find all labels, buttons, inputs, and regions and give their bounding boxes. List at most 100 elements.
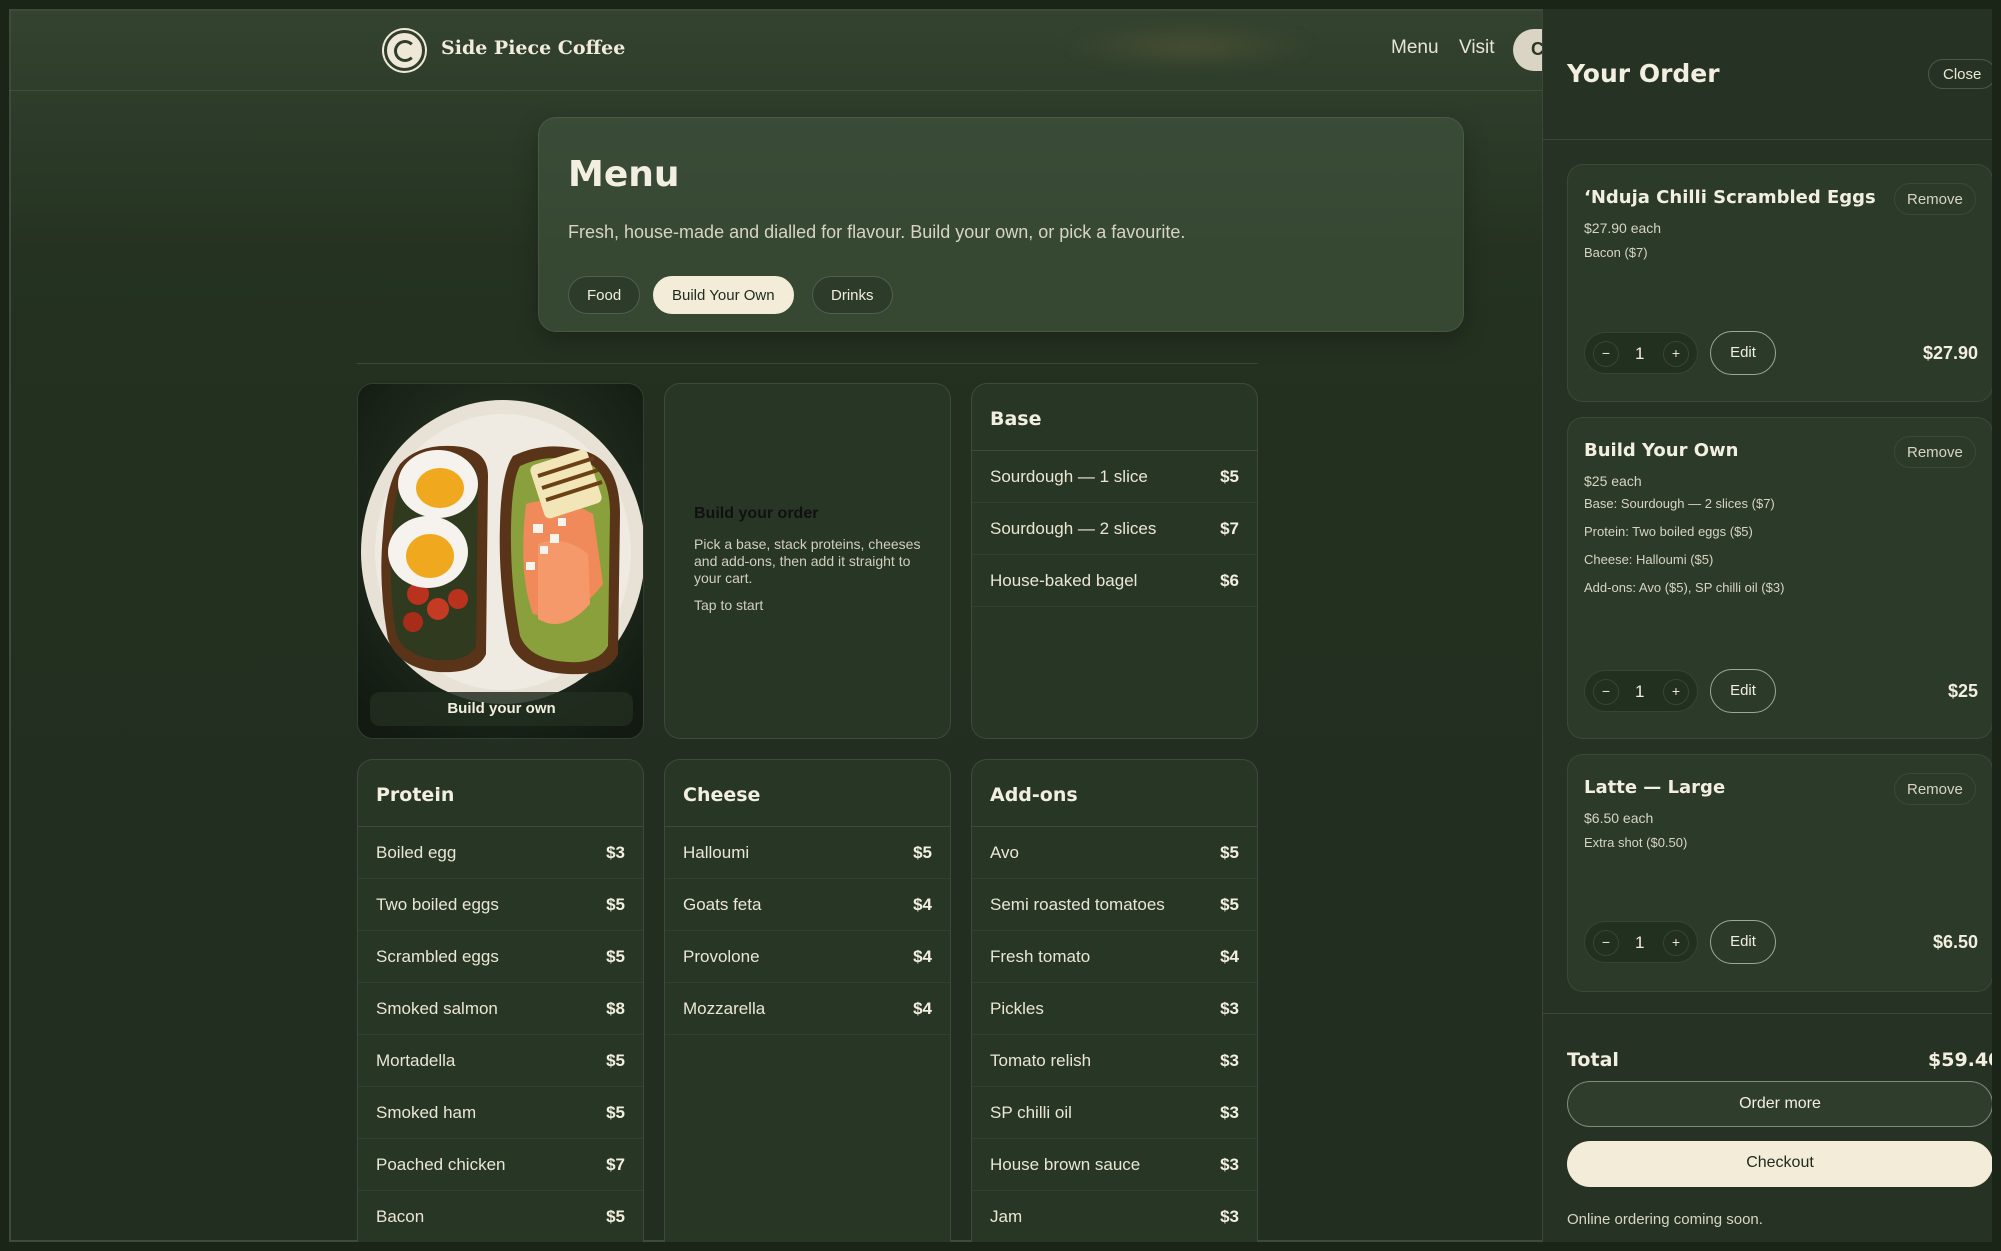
option-price: $3 — [1220, 1102, 1239, 1122]
option-row[interactable]: Poached chicken $7 — [358, 1139, 643, 1191]
option-name: Goats feta — [683, 894, 762, 914]
order-item-total: $6.50 — [1932, 932, 1978, 952]
option-price: $5 — [606, 1206, 625, 1226]
close-button[interactable]: Close — [1928, 59, 1992, 89]
option-name: House brown sauce — [990, 1154, 1141, 1174]
option-price: $3 — [1220, 1206, 1239, 1226]
menu-hero-card: Menu Fresh, house-made and dialled for f… — [538, 117, 1464, 332]
remove-button[interactable]: Remove — [1894, 773, 1976, 805]
option-row[interactable]: Halloumi $5 — [665, 827, 950, 879]
option-row[interactable]: Jam $3 — [972, 1191, 1257, 1242]
option-row[interactable]: Mortadella $5 — [358, 1035, 643, 1087]
order-item-detail: Extra shot ($0.50) — [1584, 835, 1688, 850]
category-card-protein: Protein Boiled egg $3 Two boiled eggs $5 S… — [357, 759, 644, 1242]
option-price: $8 — [606, 998, 625, 1018]
brand-name[interactable]: Side Piece Coffee — [441, 37, 625, 59]
option-name: Tomato relish — [990, 1050, 1092, 1070]
total-label: Total — [1567, 1049, 1619, 1071]
category-title: Add-ons — [972, 760, 1257, 827]
option-name: Provolone — [683, 946, 760, 966]
option-row[interactable]: Sourdough — 1 slice $5 — [972, 451, 1257, 503]
quantity-value: 1 — [1635, 682, 1645, 701]
increment-button[interactable]: + — [1663, 679, 1689, 705]
edit-button[interactable]: Edit — [1710, 920, 1776, 964]
drawer-title: Your Order — [1567, 59, 1720, 88]
option-name: Semi roasted tomatoes — [990, 894, 1165, 914]
option-name: Sourdough — 1 slice — [990, 466, 1148, 486]
option-price: $3 — [1220, 998, 1239, 1018]
option-row[interactable]: Fresh tomato $4 — [972, 931, 1257, 983]
tap-to-start-link[interactable]: Tap to start — [694, 597, 763, 613]
toast-plate-image — [358, 384, 643, 738]
option-name: House-baked bagel — [990, 570, 1138, 590]
drawer-header: Your Order Close — [1543, 9, 1992, 140]
decrement-button[interactable]: − — [1593, 930, 1619, 956]
order-item-detail: Add-ons: Avo ($5), SP chilli oil ($3) — [1584, 580, 1785, 595]
order-item-detail: Base: Sourdough — 2 slices ($7) — [1584, 496, 1775, 511]
quantity-value: 1 — [1635, 344, 1645, 363]
total-divider — [1543, 1013, 1992, 1014]
category-title: Base — [972, 384, 1257, 451]
option-name: Halloumi — [683, 842, 750, 862]
order-item-detail: Protein: Two boiled eggs ($5) — [1584, 524, 1753, 539]
option-row[interactable]: Sourdough — 2 slices $7 — [972, 503, 1257, 555]
edit-button[interactable]: Edit — [1710, 331, 1776, 375]
option-price: $5 — [1220, 894, 1239, 914]
option-row[interactable]: Two boiled eggs $5 — [358, 879, 643, 931]
page-title: Menu — [568, 154, 680, 195]
option-price: $5 — [1220, 466, 1239, 486]
option-name: Pickles — [990, 998, 1044, 1018]
info-title: Build your order — [694, 505, 819, 522]
tab-drinks[interactable]: Drinks — [812, 276, 893, 314]
logo-mark-icon — [393, 39, 416, 62]
increment-button[interactable]: + — [1663, 930, 1689, 956]
build-order-info-card[interactable]: Build your order Pick a base, stack prot… — [664, 383, 951, 739]
remove-button[interactable]: Remove — [1894, 436, 1976, 468]
brand-logo[interactable] — [384, 30, 425, 71]
option-price: $3 — [1220, 1154, 1239, 1174]
decrement-button[interactable]: − — [1593, 341, 1619, 367]
order-more-button[interactable]: Order more — [1567, 1081, 1992, 1127]
total-value: $59.40 — [1928, 1049, 1992, 1071]
option-name: Scrambled eggs — [376, 946, 499, 966]
order-item-total: $27.90 — [1922, 343, 1978, 363]
nav-visit-link[interactable]: Visit — [1459, 37, 1495, 59]
remove-button[interactable]: Remove — [1894, 183, 1976, 215]
quantity-stepper: − 1 + — [1584, 921, 1698, 963]
option-name: Smoked ham — [376, 1102, 477, 1122]
option-row[interactable]: Scrambled eggs $5 — [358, 931, 643, 983]
option-row[interactable]: Smoked ham $5 — [358, 1087, 643, 1139]
option-row[interactable]: House-baked bagel $6 — [972, 555, 1257, 607]
option-row[interactable]: Semi roasted tomatoes $5 — [972, 879, 1257, 931]
option-price: $3 — [606, 842, 625, 862]
option-name: Jam — [990, 1206, 1023, 1226]
checkout-button[interactable]: Checkout — [1567, 1141, 1992, 1187]
category-card-cheese: Cheese Halloumi $5 Goats feta $4 Provolone… — [664, 759, 951, 1242]
option-row[interactable]: Mozzarella $4 — [665, 983, 950, 1035]
build-your-own-photo-card[interactable]: Build your own — [357, 383, 644, 739]
tab-food[interactable]: Food — [568, 276, 641, 314]
tab-build-your-own[interactable]: Build Your Own — [653, 276, 794, 314]
option-price: $4 — [913, 946, 932, 966]
option-row[interactable]: Avo $5 — [972, 827, 1257, 879]
option-row[interactable]: Tomato relish $3 — [972, 1035, 1257, 1087]
option-name: Mozzarella — [683, 998, 766, 1018]
option-row[interactable]: Pickles $3 — [972, 983, 1257, 1035]
option-row[interactable]: House brown sauce $3 — [972, 1139, 1257, 1191]
order-item: ‘Nduja Chilli Scrambled Eggs Remove $27.… — [1567, 164, 1992, 402]
option-row[interactable]: Goats feta $4 — [665, 879, 950, 931]
order-item-unit-price: $25 each — [1584, 473, 1642, 489]
option-row[interactable]: Smoked salmon $8 — [358, 983, 643, 1035]
option-row[interactable]: Provolone $4 — [665, 931, 950, 983]
option-row[interactable]: Bacon $5 — [358, 1191, 643, 1242]
order-item: Latte — Large Remove $6.50 each Extra sh… — [1567, 754, 1992, 992]
option-name: Fresh tomato — [990, 946, 1091, 966]
nav-menu-link[interactable]: Menu — [1391, 37, 1439, 59]
info-body: Pick a base, stack proteins, cheeses and… — [694, 536, 921, 586]
edit-button[interactable]: Edit — [1710, 669, 1776, 713]
option-row[interactable]: Boiled egg $3 — [358, 827, 643, 879]
decrement-button[interactable]: − — [1593, 679, 1619, 705]
option-name: Avo — [990, 842, 1019, 862]
increment-button[interactable]: + — [1663, 341, 1689, 367]
option-row[interactable]: SP chilli oil $3 — [972, 1087, 1257, 1139]
